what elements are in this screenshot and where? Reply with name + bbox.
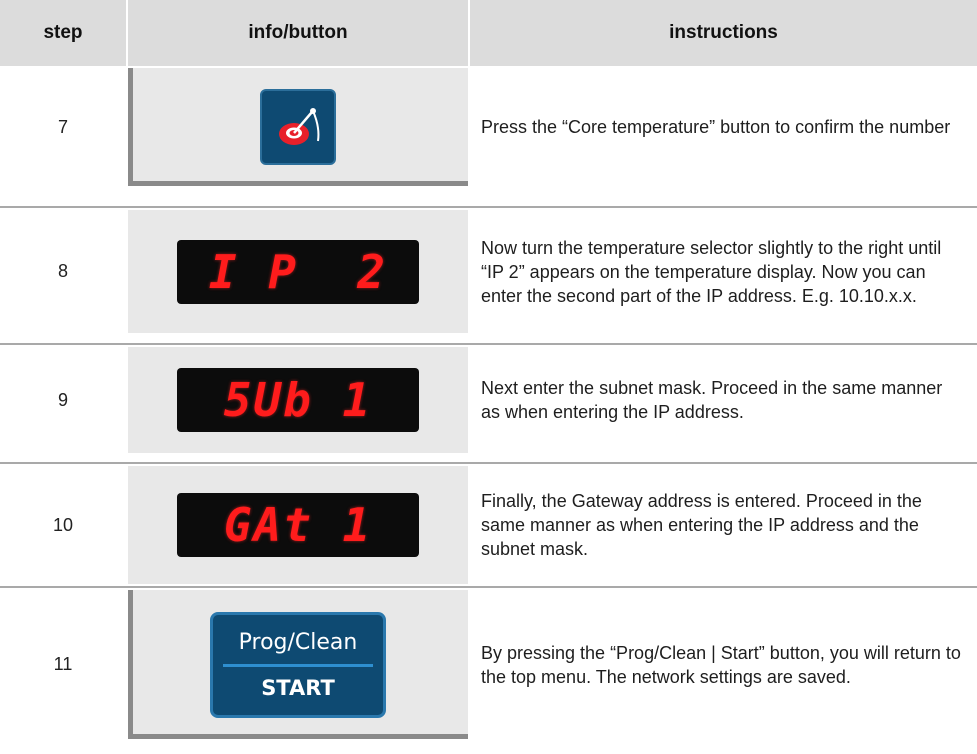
header-step: step [0, 0, 126, 66]
step-number: 9 [57, 389, 68, 410]
row-divider [0, 586, 977, 588]
temperature-display: GAt 1 [177, 493, 419, 557]
table-row-step-10: 10 GAt 1 Finally, the Gateway address is… [0, 466, 977, 584]
led-readout: 5Ub 1 [223, 373, 373, 427]
step-number: 7 [57, 116, 68, 137]
header-info-button: info/button [128, 0, 468, 66]
table-header: step info/button instructions [0, 0, 977, 66]
row-divider [0, 462, 977, 464]
instruction-text: Finally, the Gateway address is entered.… [481, 491, 922, 559]
step-number: 10 [52, 514, 74, 535]
instruction-text: Now turn the temperature selector slight… [481, 237, 942, 306]
table-row-step-8: 8 I P 2 Now turn the temperature selecto… [0, 210, 977, 333]
led-readout: GAt 1 [223, 498, 373, 552]
temperature-display: 5Ub 1 [177, 368, 419, 432]
instruction-text: Press the “Core temperature” button to c… [481, 117, 951, 137]
prog-clean-start-button[interactable]: Prog/Clean START [210, 611, 386, 718]
table-row-step-7: 7 Press the “Core temperature” button to… [0, 68, 977, 186]
info-cell: 5Ub 1 [128, 347, 468, 453]
core-temperature-button[interactable] [260, 89, 336, 165]
step-number: 8 [57, 261, 68, 281]
instruction-text: By pressing the “Prog/Clean | Start” but… [481, 642, 961, 687]
instruction-text: Next enter the subnet mask. Proceed in t… [481, 378, 943, 422]
temperature-display: I P 2 [177, 239, 419, 304]
info-cell [128, 68, 468, 186]
button-label-bottom: START [261, 675, 335, 700]
info-cell: GAt 1 [128, 466, 468, 584]
table-row-step-9: 9 5Ub 1 Next enter the subnet mask. Proc… [0, 347, 977, 453]
core-temperature-icon [279, 108, 320, 145]
led-readout: I P 2 [208, 244, 388, 299]
button-divider [223, 663, 373, 667]
row-divider [0, 206, 977, 208]
button-label-top: Prog/Clean [238, 629, 358, 655]
table-row-step-11: 11 Prog/Clean START By pressing the “Pro… [0, 590, 977, 739]
info-cell: Prog/Clean START [128, 590, 468, 739]
row-divider [0, 343, 977, 345]
step-number: 11 [53, 654, 73, 674]
info-cell: I P 2 [128, 210, 468, 333]
header-instructions: instructions [470, 0, 977, 66]
